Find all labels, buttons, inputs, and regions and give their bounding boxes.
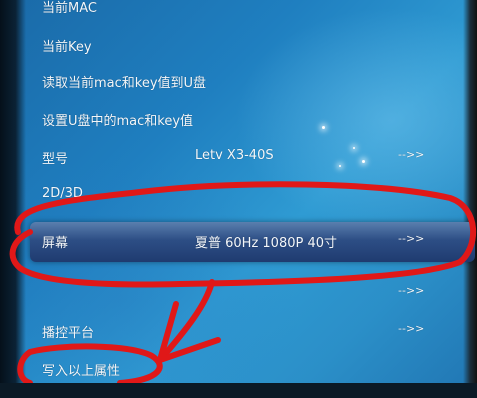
menu-item-label: 设置U盘中的mac和key值 xyxy=(42,114,194,129)
menu-item-value: Letv X3-40S xyxy=(195,148,274,163)
menu-item-label: 当前Key xyxy=(42,40,92,55)
menu-item-value: 夏普 60Hz 1080P 40寸 xyxy=(195,236,338,251)
menu-item-current-key[interactable]: 当前Key xyxy=(0,36,477,74)
menu-item-arrow: -->> xyxy=(398,148,425,161)
menu-item-screen[interactable]: 屏幕 夏普 60Hz 1080P 40寸 -->> xyxy=(0,232,477,270)
menu-item-model[interactable]: 型号 Letv X3-40S -->> xyxy=(0,148,477,186)
menu-item-write-properties[interactable]: 写入以上属性 xyxy=(0,360,477,398)
tv-settings-screen: 当前MAC 当前Key 读取当前mac和key值到U盘 设置U盘中的mac和ke… xyxy=(0,0,477,383)
menu-item-label: 2D/3D xyxy=(42,186,83,201)
menu-item-playback-platform[interactable]: 播控平台 -->> xyxy=(0,322,477,360)
menu-item-obscured[interactable]: -->> xyxy=(0,284,477,322)
menu-item-label: 当前MAC xyxy=(42,1,97,16)
menu-item-2d-3d[interactable]: 2D/3D xyxy=(0,186,477,224)
menu-item-arrow: -->> xyxy=(398,284,425,297)
menu-item-read-mac-key-to-usb[interactable]: 读取当前mac和key值到U盘 xyxy=(0,72,477,110)
menu-item-label: 型号 xyxy=(42,152,69,167)
menu-item-current-mac[interactable]: 当前MAC xyxy=(0,0,477,38)
menu-item-set-mac-key-from-usb[interactable]: 设置U盘中的mac和key值 xyxy=(0,110,477,148)
menu-item-label: 屏幕 xyxy=(42,236,69,251)
menu-item-arrow: -->> xyxy=(398,232,425,245)
menu-item-arrow: -->> xyxy=(398,322,425,335)
menu-item-label: 读取当前mac和key值到U盘 xyxy=(42,76,207,91)
menu-item-label: 写入以上属性 xyxy=(42,364,121,379)
menu-item-label: 播控平台 xyxy=(42,326,95,341)
